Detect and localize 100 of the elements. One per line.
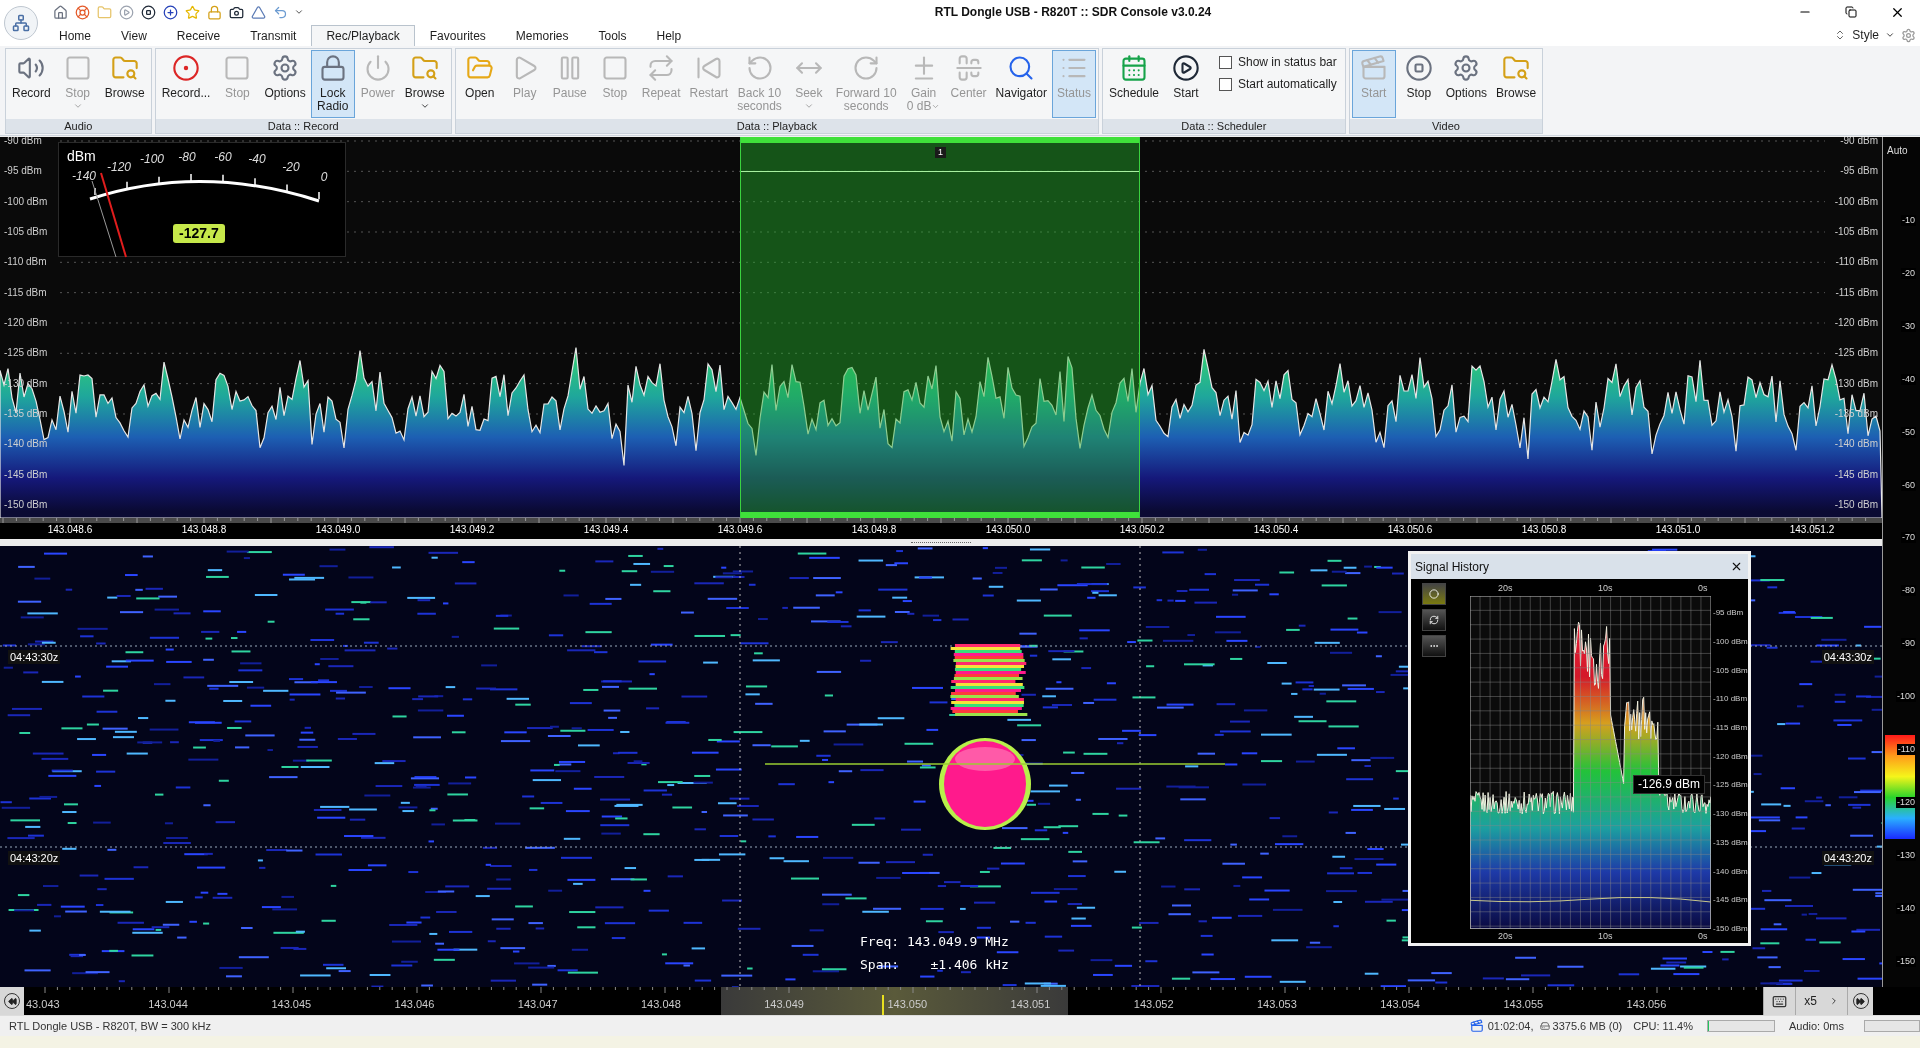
ribbon-tab[interactable]: Tools — [583, 25, 642, 46]
scale-tick-label: -20 — [1901, 267, 1916, 279]
frequency-label: 143.050.0 — [985, 523, 1031, 537]
scale-tick-label: -120 — [1896, 796, 1916, 808]
ribbon-tab[interactable]: Home — [44, 25, 106, 46]
scroll-left-button[interactable] — [0, 987, 24, 1015]
toolbar-button[interactable] — [162, 4, 178, 20]
time-label: 04:43:20z — [8, 851, 61, 865]
scale-tick-label: -40 — [1901, 373, 1916, 385]
ribbon-tab[interactable]: Memories — [500, 25, 584, 46]
axis-label: -100 dBm — [4, 195, 48, 208]
ribbon-button[interactable]: Browse — [1492, 50, 1541, 118]
group-label: Data :: Scheduler — [1102, 119, 1345, 133]
restore-icon — [1845, 6, 1857, 18]
window-title: RTL Dongle USB - R820T :: SDR Console v3.0.24 — [934, 4, 1212, 21]
ribbon-tab[interactable]: Favourites — [414, 25, 501, 46]
triangle-icon — [250, 4, 266, 20]
house-icon — [52, 4, 68, 20]
scale-tick-label: -130 — [1896, 849, 1916, 861]
scale-label: -20 — [282, 160, 300, 174]
refresh-icon — [1429, 615, 1439, 625]
app-menu-button[interactable] — [4, 6, 38, 40]
axis-label: -135 dBm — [1713, 837, 1748, 848]
caret-icon — [294, 7, 304, 17]
axis-label: -100 dBm — [1834, 195, 1878, 208]
folder-icon — [96, 4, 112, 20]
scale-label: -140 — [72, 169, 96, 183]
ribbon-button[interactable]: Options — [1441, 50, 1492, 118]
scale-label: -120 — [107, 160, 131, 174]
camera-icon — [228, 4, 244, 20]
scale-tick-label: -80 — [1901, 585, 1916, 597]
axis-label: -120 dBm — [1834, 316, 1878, 329]
checkbox[interactable]: Start automatically — [1219, 74, 1337, 94]
tool-button[interactable] — [1422, 583, 1446, 605]
group-label: Audio — [6, 119, 151, 133]
scale-tick-label: -30 — [1901, 320, 1916, 332]
caret-icon — [72, 101, 83, 111]
frequency-label: 143.051.2 — [1789, 523, 1835, 537]
axis-label: -115 dBm — [1713, 723, 1748, 734]
frequency-label: 143.055 — [1503, 997, 1544, 1011]
play-circle-icon — [1172, 54, 1200, 82]
ribbon-button[interactable]: Lock Radio — [310, 50, 355, 118]
ribbon-button[interactable]: Options — [260, 50, 310, 118]
axis-label: 0s — [1698, 931, 1708, 942]
keyboard-icon — [1772, 993, 1787, 1009]
axis-label: -100 dBm — [1713, 636, 1748, 647]
play-circle-icon — [118, 4, 134, 20]
axis-label: -95 dBm — [1840, 165, 1878, 178]
ribbon-button[interactable]: Start — [1164, 50, 1208, 118]
stop-circle-icon — [140, 4, 156, 20]
ribbon-button[interactable]: Open — [457, 50, 502, 118]
toolbar-button[interactable] — [140, 4, 156, 20]
toolbar-button[interactable] — [228, 4, 244, 20]
clapperboard-icon — [1469, 1019, 1484, 1033]
axis-label: -115 dBm — [4, 286, 47, 299]
ribbon-tab[interactable]: Help — [641, 25, 697, 46]
rewind-icon — [7, 996, 17, 1006]
status-time: 01:02:04, — [1487, 1018, 1534, 1034]
ribbon-button[interactable]: Record — [8, 50, 55, 118]
zoom-button[interactable]: x5 — [1795, 987, 1847, 1015]
ribbon-button[interactable]: Stop — [1396, 50, 1441, 118]
align-center-icon — [954, 54, 983, 82]
ribbon-tab[interactable]: Receive — [161, 25, 236, 46]
status-text: RTL Dongle USB - R820T, BW = 300 kHz — [8, 1018, 212, 1034]
ribbon-tab[interactable]: Transmit — [235, 25, 312, 46]
lock-icon — [206, 4, 222, 20]
scale-tick-label: -10 — [1901, 215, 1916, 226]
ribbon-tab[interactable]: View — [106, 25, 162, 46]
frequency-readout: Freq: 143.049.9 MHz — [860, 933, 1009, 951]
frequency-label: 143.045 — [271, 997, 312, 1011]
folder-search-icon — [410, 54, 439, 82]
keyboard-button[interactable] — [1763, 987, 1795, 1015]
scroll-right-button[interactable] — [1847, 987, 1873, 1015]
rotate-left-icon — [745, 54, 774, 82]
ribbon-button[interactable]: Browse — [100, 50, 149, 118]
caret-icon — [803, 101, 814, 111]
span-readout: Span: ±1.406 kHz — [860, 956, 1009, 974]
lock-icon — [318, 54, 347, 82]
axis-label: -150 dBm — [4, 498, 48, 511]
frequency-label: 143.048.6 — [47, 523, 93, 537]
ribbon-tab[interactable]: Rec/Playback — [311, 25, 415, 46]
frequency-label: 143.049.6 — [717, 523, 763, 537]
ribbon-button[interactable]: Navigator — [991, 50, 1051, 118]
record-icon — [172, 54, 201, 82]
tree-icon — [12, 14, 30, 32]
filter-passband[interactable]: 1 — [740, 137, 1140, 518]
ribbon-button[interactable]: Schedule — [1104, 50, 1163, 118]
tool-button[interactable] — [1422, 635, 1446, 657]
axis-label: 0s — [1698, 583, 1708, 594]
ribbon-button[interactable]: Browse — [400, 50, 449, 118]
folder-search-icon — [110, 54, 139, 82]
meter-unit: dBm — [67, 147, 96, 166]
scale-label: -100 — [140, 152, 164, 166]
axis-label: 10s — [1598, 931, 1613, 942]
style-dropdown[interactable]: Style — [1852, 26, 1895, 44]
axis-label: -120 dBm — [4, 316, 48, 329]
ribbon-button[interactable]: Record... — [157, 50, 215, 118]
tool-button[interactable] — [1422, 609, 1446, 631]
caret-icon — [419, 101, 430, 111]
checkbox[interactable]: Show in status bar — [1219, 52, 1337, 72]
